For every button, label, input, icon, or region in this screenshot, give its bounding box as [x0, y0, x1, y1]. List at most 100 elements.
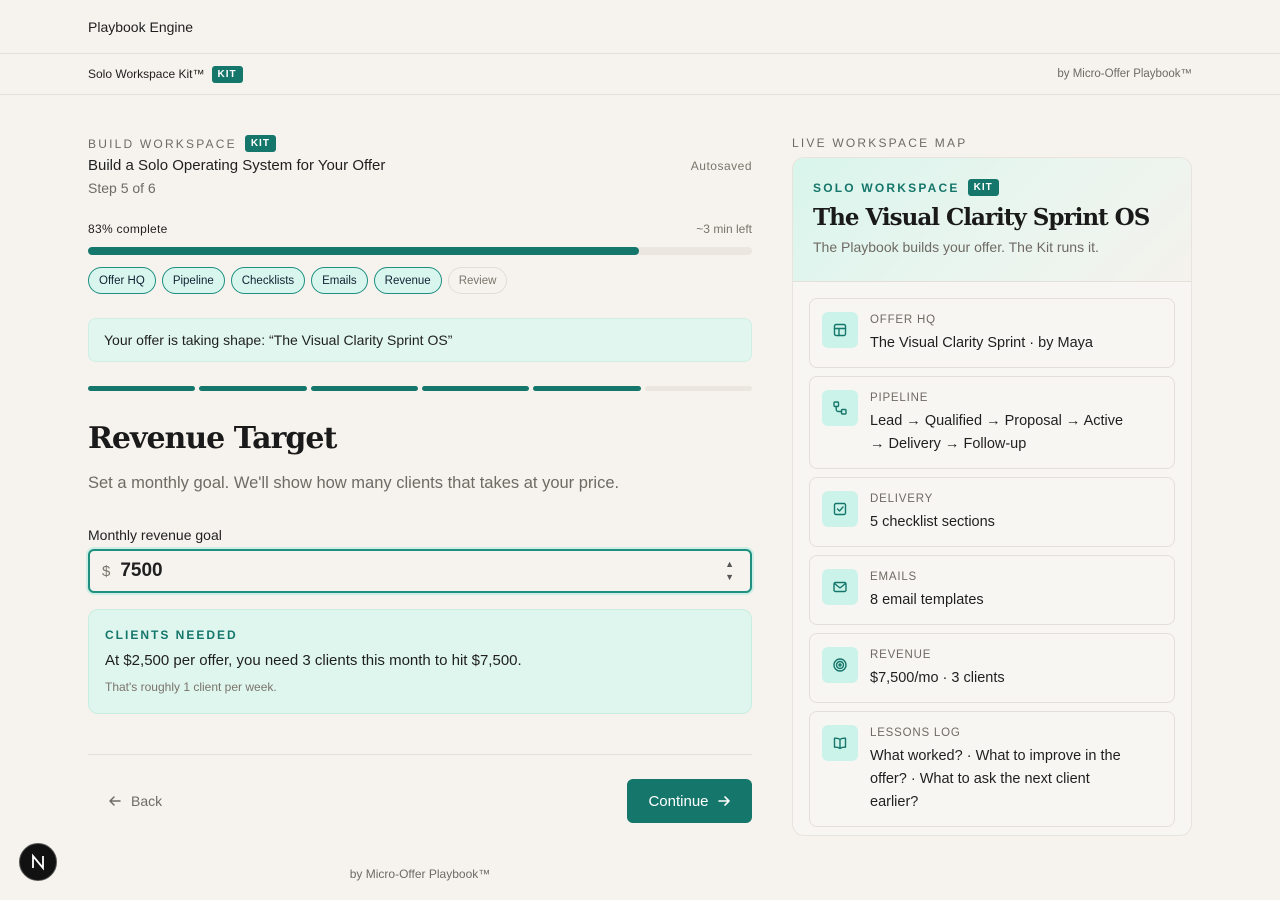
progress-bar [88, 247, 752, 255]
workspace-panel: SOLO WORKSPACE KIT The Visual Clarity Sp… [792, 157, 1192, 836]
workspace-card-body: LESSONS LOG What worked? · What to improv… [870, 725, 1140, 814]
checkbox-icon [822, 491, 858, 527]
kit-bar: Solo Workspace Kit™ KIT by Micro-Offer P… [0, 54, 1280, 95]
divider [88, 754, 752, 755]
continue-button-label: Continue [648, 792, 709, 810]
workspace-card-label: DELIVERY [870, 493, 934, 505]
workspace-card-value: What worked? · What to improve in the of… [870, 748, 1121, 810]
step-segment [421, 386, 530, 391]
clients-needed-caption: CLIENTS NEEDED [105, 628, 238, 642]
workspace-card-offer-hq[interactable]: OFFER HQ The Visual Clarity Sprint · by M… [809, 298, 1175, 368]
step-indicator: Step 5 of 6 [88, 180, 156, 196]
back-button[interactable]: Back [88, 793, 162, 809]
step-chip[interactable]: Emails [311, 267, 368, 294]
workspace-card-lessons-log[interactable]: LESSONS LOG What worked? · What to improv… [809, 711, 1175, 827]
workspace-eyebrow-badge: KIT [967, 179, 999, 196]
continue-button[interactable]: Continue [627, 779, 752, 823]
number-stepper[interactable]: ▲ ▼ [725, 559, 734, 583]
step-chips: Offer HQ Pipeline Checklists Emails Revenue R… [88, 267, 752, 294]
arrow-right-icon [717, 796, 730, 806]
revenue-goal-field[interactable]: $ ▲ ▼ [88, 549, 752, 593]
step-chip[interactable]: Offer HQ [88, 267, 156, 294]
stepper-up-icon[interactable]: ▲ [725, 559, 734, 570]
stepper-down-icon[interactable]: ▼ [725, 572, 734, 583]
step-segment [310, 386, 418, 391]
step-chip[interactable]: Review [447, 267, 508, 294]
workspace-card-value: $7,500/mo · 3 clients [870, 670, 1005, 686]
offer-notice: Your offer is taking shape: “The Visual … [88, 318, 752, 362]
workspace-map-heading: LIVE WORKSPACE MAP [792, 136, 968, 150]
revenue-goal-label: Monthly revenue goal [88, 527, 222, 543]
top-bar: Playbook Engine [0, 0, 1280, 54]
clients-needed-message: At $2,500 per offer, you need 3 clients … [105, 652, 522, 669]
workspace-eyebrow-label: SOLO WORKSPACE [813, 180, 960, 195]
step-eyebrow-label: BUILD WORKSPACE [88, 136, 237, 151]
progress-percent: 83% complete [88, 222, 168, 236]
workspace-tagline: The Playbook builds your offer. The Kit … [813, 239, 1099, 255]
offer-notice-text: Your offer is taking shape: “The Visual … [104, 332, 453, 348]
next-logo-icon[interactable] [19, 843, 57, 881]
workflow-icon [822, 390, 858, 426]
workspace-card-revenue[interactable]: REVENUE $7,500/mo · 3 clients [809, 633, 1175, 703]
step-chip[interactable]: Pipeline [161, 267, 225, 294]
workspace-eyebrow: SOLO WORKSPACE KIT [813, 179, 1171, 196]
workspace-card-value: 8 email templates [870, 592, 984, 608]
step-title: Build a Solo Operating System for Your O… [88, 157, 386, 174]
section-title: Revenue Target [88, 421, 337, 456]
mail-icon [822, 569, 858, 605]
workspace-panel-header: SOLO WORKSPACE KIT The Visual Clarity Sp… [793, 158, 1191, 282]
footer-byline: by Micro-Offer Playbook™ [349, 867, 491, 881]
step-segment [88, 386, 196, 391]
kit-name-label: Solo Workspace Kit™ [88, 67, 205, 81]
workspace-card-label: LESSONS LOG [870, 727, 961, 739]
workspace-card-label: EMAILS [870, 571, 917, 583]
workspace-card-value: 5 checklist sections [870, 514, 995, 530]
workspace-card-body: REVENUE $7,500/mo · 3 clients [870, 647, 1140, 690]
workspace-card-emails[interactable]: EMAILS 8 email templates [809, 555, 1175, 625]
workspace-cards: OFFER HQ The Visual Clarity Sprint · by M… [793, 282, 1191, 827]
clients-needed-card: CLIENTS NEEDED At $2,500 per offer, you … [88, 609, 752, 714]
n-logo-mark [32, 853, 44, 871]
layout-icon [822, 312, 858, 348]
workspace-card-label: PIPELINE [870, 392, 929, 404]
revenue-goal-input[interactable] [120, 560, 681, 582]
workspace-card-body: OFFER HQ The Visual Clarity Sprint · by M… [870, 312, 1140, 355]
workspace-card-label: REVENUE [870, 649, 932, 661]
workspace-card-pipeline[interactable]: PIPELINE Lead → Qualified → Proposal → Ac… [809, 376, 1175, 469]
section-description: Set a monthly goal. We'll show how many … [88, 474, 620, 492]
workspace-card-body: EMAILS 8 email templates [870, 569, 1140, 612]
arrow-left-icon [109, 796, 121, 806]
progress-header: 83% complete ~3 min left [88, 222, 752, 236]
workspace-card-value: The Visual Clarity Sprint · by Maya [870, 335, 1093, 351]
kit-badge: KIT [211, 65, 243, 83]
step-title-row: Build a Solo Operating System for Your O… [88, 157, 752, 174]
book-icon [822, 725, 858, 761]
step-chip[interactable]: Checklists [230, 267, 306, 294]
progress-bar-fill [88, 247, 640, 255]
workspace-title: The Visual Clarity Sprint OS [813, 204, 1150, 231]
wizard-main: BUILD WORKSPACE KIT Build a Solo Operati… [88, 95, 752, 823]
workspace-card-body: PIPELINE Lead → Qualified → Proposal → Ac… [870, 390, 1140, 456]
kit-byline: by Micro-Offer Playbook™ [1057, 68, 1192, 80]
workspace-card-label: OFFER HQ [870, 314, 936, 326]
step-segment [199, 386, 307, 391]
step-segment [533, 386, 641, 391]
wizard-nav: Back Continue [88, 779, 752, 823]
step-eyebrow: BUILD WORKSPACE KIT [88, 135, 752, 152]
clients-needed-note: That's roughly 1 client per week. [105, 680, 277, 694]
workspace-card-body: DELIVERY 5 checklist sections [870, 491, 1140, 534]
target-icon [822, 647, 858, 683]
time-left: ~3 min left [696, 222, 752, 236]
step-eyebrow-badge: KIT [244, 135, 276, 152]
autosaved-status: Autosaved [690, 158, 752, 173]
workspace-card-value: Lead → Qualified → Proposal → Active → D… [870, 413, 1124, 452]
app-title: Playbook Engine [88, 18, 194, 35]
step-chip[interactable]: Revenue [373, 267, 442, 294]
back-button-label: Back [131, 793, 163, 809]
step-segment [644, 386, 752, 391]
workspace-map: LIVE WORKSPACE MAP SOLO WORKSPACE KIT Th… [792, 95, 1192, 836]
kit-name: Solo Workspace Kit™ KIT [88, 65, 243, 83]
step-segments [88, 386, 752, 391]
currency-symbol: $ [102, 562, 111, 580]
workspace-card-delivery[interactable]: DELIVERY 5 checklist sections [809, 477, 1175, 547]
